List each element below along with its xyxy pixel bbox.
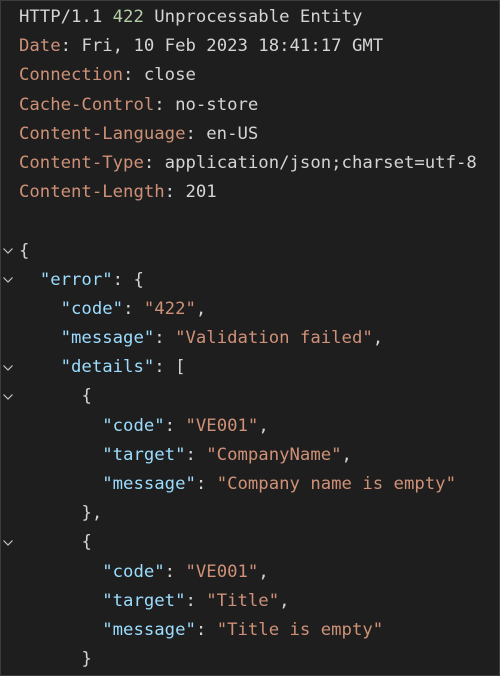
colon: : [185, 123, 207, 144]
comma: , [258, 415, 269, 436]
response-text: HTTP/1.1 422 Unprocessable Entity Date: … [1, 3, 499, 674]
chevron-down-icon[interactable] [2, 353, 14, 382]
header-name: Content-Type [19, 152, 144, 173]
json-line: { [1, 382, 499, 411]
header-line: Content-Length: 201 [1, 178, 499, 207]
close-brace: }, [81, 503, 103, 524]
chevron-down-icon[interactable] [2, 382, 14, 411]
json-string: "Validation failed" [175, 328, 373, 349]
colon: : [185, 444, 207, 465]
header-line: Connection: close [1, 61, 499, 90]
colon: : [185, 590, 207, 611]
open-bracket: [ [175, 357, 186, 378]
comma: , [341, 444, 352, 465]
status-reason: Unprocessable Entity [154, 7, 363, 27]
json-key: "code" [60, 298, 124, 319]
comma: , [372, 328, 384, 349]
header-value: no-store [175, 94, 259, 115]
colon: : [112, 269, 134, 290]
chevron-down-icon[interactable] [2, 266, 14, 295]
json-string: "Company name is empty" [216, 474, 456, 494]
comma: , [195, 298, 207, 319]
colon: : [195, 619, 217, 640]
json-line: "details": [ [1, 353, 499, 382]
colon: : [154, 357, 176, 378]
header-name: Cache-Control [19, 94, 155, 115]
json-line: "message": "Validation failed", [1, 324, 499, 353]
json-key: "target" [102, 444, 186, 465]
json-line: "error": { [1, 266, 499, 295]
open-brace: { [133, 269, 144, 290]
header-name: Content-Language [19, 123, 186, 144]
header-value: en-US [206, 123, 259, 144]
header-value: close [143, 65, 196, 86]
header-name: Date [19, 36, 61, 57]
header-value: application/json;charset=utf-8 [164, 152, 477, 173]
status-line: HTTP/1.1 422 Unprocessable Entity [1, 3, 499, 32]
json-line: { [1, 237, 499, 266]
json-string: "422" [143, 298, 196, 319]
json-line: "message": "Company name is empty" [1, 470, 499, 499]
header-value: 201 [185, 182, 217, 203]
open-brace: { [81, 386, 92, 407]
comma: , [279, 590, 290, 611]
json-key: "error" [39, 269, 113, 290]
colon: : [195, 474, 217, 494]
json-key: "details" [60, 357, 155, 378]
status-code: 422 [112, 7, 144, 27]
json-key: "target" [102, 590, 186, 611]
json-key: "code" [102, 561, 165, 582]
json-string: "Title is empty" [216, 619, 384, 640]
json-string: "CompanyName" [206, 444, 342, 465]
colon: : [164, 561, 186, 582]
colon: : [123, 298, 144, 319]
header-value: Fri, 10 Feb 2023 18:41:17 GMT [81, 36, 384, 57]
header-name: Content-Length [19, 182, 165, 203]
header-line: Content-Type: application/json;charset=u… [1, 149, 499, 178]
colon: : [154, 328, 176, 349]
json-key: "message" [102, 619, 196, 640]
json-line: "code": "422", [1, 295, 499, 324]
json-line: }, [1, 499, 499, 528]
json-string: "VE001" [185, 415, 259, 436]
colon: : [164, 415, 186, 436]
colon: : [123, 65, 144, 86]
status-protocol: HTTP/1.1 [19, 7, 103, 27]
chevron-down-icon[interactable] [2, 237, 14, 266]
json-line: "target": "Title", [1, 587, 499, 616]
close-brace: } [81, 649, 92, 670]
json-string: "Title" [206, 590, 280, 611]
json-key: "message" [60, 328, 155, 349]
json-key: "code" [102, 415, 165, 436]
json-string: "VE001" [185, 561, 259, 582]
colon: : [143, 152, 165, 173]
json-line: { [1, 528, 499, 557]
colon: : [154, 94, 176, 115]
header-line: Cache-Control: no-store [1, 91, 499, 120]
open-brace: { [81, 532, 92, 553]
json-line: "code": "VE001", [1, 412, 499, 441]
json-line: } [1, 645, 499, 674]
colon: : [164, 182, 186, 203]
comma: , [258, 561, 269, 582]
json-line: "code": "VE001", [1, 558, 499, 587]
header-line: Date: Fri, 10 Feb 2023 18:41:17 GMT [1, 32, 499, 61]
header-line: Content-Language: en-US [1, 120, 499, 149]
colon: : [60, 36, 82, 57]
response-viewer: HTTP/1.1 422 Unprocessable Entity Date: … [0, 0, 500, 676]
separator [102, 7, 112, 27]
json-key: "message" [102, 474, 196, 494]
chevron-down-icon[interactable] [2, 528, 14, 557]
header-name: Connection [19, 65, 124, 86]
separator [144, 7, 154, 27]
json-line: "target": "CompanyName", [1, 441, 499, 470]
open-brace: { [19, 240, 30, 261]
json-line: "message": "Title is empty" [1, 616, 499, 645]
